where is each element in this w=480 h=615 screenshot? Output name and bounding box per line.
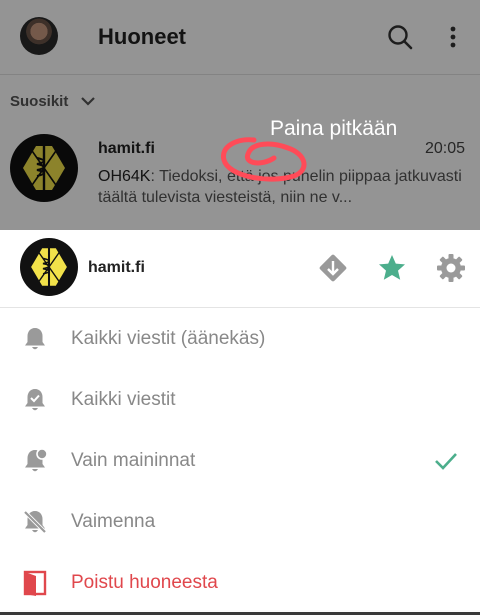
- mute-option[interactable]: Vaimenna: [0, 492, 480, 552]
- option-label: Vaimenna: [71, 511, 156, 532]
- modal-scrim[interactable]: [0, 0, 480, 230]
- low-priority-icon[interactable]: [317, 252, 349, 284]
- room-options-sheet: hamit.fi Kaikki viestit (äänekäs) Kaikki…: [0, 230, 480, 615]
- room-avatar: [20, 238, 78, 296]
- option-label: Poistu huoneesta: [71, 572, 218, 593]
- mentions-only-option[interactable]: Vain maininnat: [0, 431, 480, 491]
- sheet-room-name: hamit.fi: [88, 259, 145, 276]
- favourite-star-icon[interactable]: [376, 252, 408, 284]
- option-label: Vain maininnat: [71, 450, 196, 471]
- leave-room-icon: [23, 570, 47, 596]
- bell-dot-icon: [25, 448, 48, 472]
- room-list-screen: Huoneet Suosikit hamit.fi 20:05 OH64K: T…: [0, 0, 480, 230]
- bell-check-icon: [25, 389, 45, 411]
- option-label: Kaikki viestit (äänekäs): [71, 328, 266, 349]
- bell-off-icon: [23, 510, 47, 534]
- sheet-header: hamit.fi: [0, 230, 480, 308]
- notify-all-option[interactable]: Kaikki viestit: [0, 370, 480, 430]
- settings-gear-icon[interactable]: [435, 252, 467, 284]
- long-press-annotation: Paina pitkään: [270, 117, 398, 140]
- check-icon: [435, 453, 457, 470]
- leave-room-option[interactable]: Poistu huoneesta: [0, 553, 480, 613]
- option-label: Kaikki viestit: [71, 389, 176, 410]
- notify-all-loud-option[interactable]: Kaikki viestit (äänekäs): [0, 309, 480, 369]
- bell-icon: [25, 328, 45, 350]
